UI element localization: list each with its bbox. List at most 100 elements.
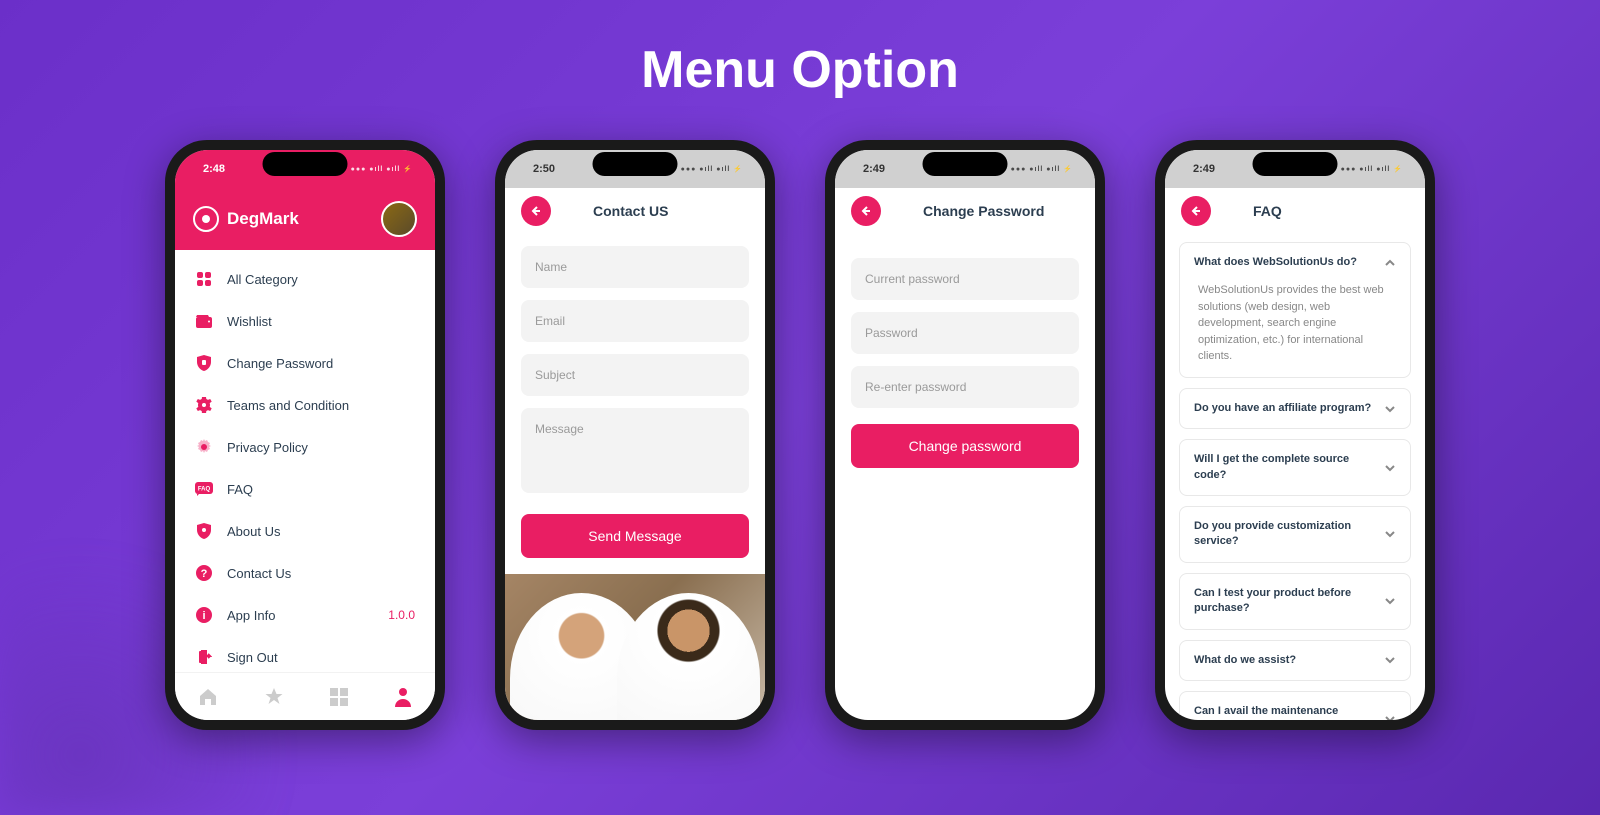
- status-icons: ●●● ●ıll ●ıll ⚡: [681, 165, 743, 173]
- menu-label: Wishlist: [227, 314, 415, 329]
- info-icon: i: [195, 606, 213, 624]
- menu-item-about[interactable]: About Us: [175, 510, 435, 552]
- back-button[interactable]: [521, 196, 551, 226]
- exit-icon: [195, 648, 213, 666]
- faq-question: What does WebSolutionUs do?: [1194, 255, 1357, 270]
- brand-logo-icon: [193, 206, 219, 232]
- email-field[interactable]: [521, 300, 749, 342]
- faq-question: Will I get the complete source code?: [1194, 452, 1376, 483]
- phone-faq: 2:49 ●●● ●ıll ●ıll ⚡ FAQ What does WebSo…: [1155, 140, 1435, 730]
- nav-star[interactable]: [264, 687, 284, 707]
- app-version: 1.0.0: [388, 608, 415, 622]
- faq-item[interactable]: Can I test your product before purchase?: [1179, 573, 1411, 630]
- nav-home[interactable]: [198, 687, 218, 707]
- status-icons: ●●● ●ıll ●ıll ⚡: [1011, 165, 1073, 173]
- help-icon: ?: [195, 564, 213, 582]
- nav-grid[interactable]: [330, 688, 348, 706]
- faq-question: Do you have an affiliate program?: [1194, 401, 1371, 416]
- screen-title: Change Password: [923, 203, 1044, 219]
- menu-label: Privacy Policy: [227, 440, 415, 455]
- password-field[interactable]: [851, 312, 1079, 354]
- chevron-down-icon: [1384, 597, 1396, 605]
- back-button[interactable]: [851, 196, 881, 226]
- faq-question: Can I test your product before purchase?: [1194, 586, 1376, 617]
- menu-label: FAQ: [227, 482, 415, 497]
- menu-list: All Category Wishlist Change Password Te…: [175, 250, 435, 686]
- faq-item[interactable]: Will I get the complete source code?: [1179, 439, 1411, 496]
- faq-item[interactable]: Do you have an affiliate program?: [1179, 388, 1411, 429]
- chevron-down-icon: [1384, 405, 1396, 413]
- screen-title: Contact US: [593, 203, 668, 219]
- phone-menu: 2:48 ●●● ●ıll ●ıll ⚡ DegMark All Categor…: [165, 140, 445, 730]
- password-form: Change password: [835, 234, 1095, 480]
- nav-profile[interactable]: [394, 687, 412, 707]
- change-password-button[interactable]: Change password: [851, 424, 1079, 468]
- phone-password: 2:49 ●●● ●ıll ●ıll ⚡ Change Password Cha…: [825, 140, 1105, 730]
- svg-text:i: i: [202, 610, 205, 622]
- menu-label: Sign Out: [227, 650, 415, 665]
- faq-item[interactable]: Do you provide customization service?: [1179, 506, 1411, 563]
- faq-item[interactable]: What do we assist?: [1179, 640, 1411, 681]
- status-icons: ●●● ●ıll ●ıll ⚡: [1341, 165, 1403, 173]
- chevron-up-icon: [1384, 259, 1396, 267]
- menu-label: Change Password: [227, 356, 415, 371]
- screen-header: Contact US: [505, 188, 765, 234]
- menu-item-privacy[interactable]: Privacy Policy: [175, 426, 435, 468]
- faq-question: What do we assist?: [1194, 653, 1296, 668]
- grid-icon: [195, 270, 213, 288]
- phone-contact: 2:50 ●●● ●ıll ●ıll ⚡ Contact US Send Mes…: [495, 140, 775, 730]
- menu-item-terms[interactable]: Teams and Condition: [175, 384, 435, 426]
- menu-item-appinfo[interactable]: i App Info 1.0.0: [175, 594, 435, 636]
- menu-label: About Us: [227, 524, 415, 539]
- menu-label: Teams and Condition: [227, 398, 415, 413]
- menu-item-change-password[interactable]: Change Password: [175, 342, 435, 384]
- brand-name: DegMark: [227, 209, 299, 229]
- brand-bar: DegMark: [175, 188, 435, 250]
- screen-header: FAQ: [1165, 188, 1425, 234]
- faq-list: What does WebSolutionUs do? WebSolutionU…: [1165, 234, 1425, 720]
- menu-item-contact[interactable]: ? Contact Us: [175, 552, 435, 594]
- avatar[interactable]: [381, 201, 417, 237]
- status-time: 2:49: [863, 163, 885, 175]
- status-time: 2:48: [203, 163, 225, 175]
- subject-field[interactable]: [521, 354, 749, 396]
- status-time: 2:49: [1193, 163, 1215, 175]
- message-field[interactable]: [521, 408, 749, 493]
- faq-question: Do you provide customization service?: [1194, 519, 1376, 550]
- chevron-down-icon: [1384, 464, 1396, 472]
- menu-label: Contact Us: [227, 566, 415, 581]
- chevron-down-icon: [1384, 656, 1396, 664]
- current-password-field[interactable]: [851, 258, 1079, 300]
- status-icons: ●●● ●ıll ●ıll ⚡: [351, 165, 413, 173]
- shield-icon: [195, 354, 213, 372]
- faq-icon: FAQ: [195, 480, 213, 498]
- menu-item-faq[interactable]: FAQ FAQ: [175, 468, 435, 510]
- menu-item-all-category[interactable]: All Category: [175, 258, 435, 300]
- faq-item[interactable]: Can I avail the maintenance support for …: [1179, 691, 1411, 720]
- faq-answer: WebSolutionUs provides the best web solu…: [1194, 282, 1396, 365]
- gear-icon: [195, 396, 213, 414]
- contact-form: Send Message: [505, 234, 765, 570]
- svg-text:?: ?: [201, 568, 208, 580]
- screen-header: Change Password: [835, 188, 1095, 234]
- faq-item[interactable]: What does WebSolutionUs do? WebSolutionU…: [1179, 242, 1411, 378]
- name-field[interactable]: [521, 246, 749, 288]
- menu-label: All Category: [227, 272, 415, 287]
- send-message-button[interactable]: Send Message: [521, 514, 749, 558]
- bottom-nav: [175, 672, 435, 720]
- lock-icon: [195, 522, 213, 540]
- screen-title: FAQ: [1253, 203, 1282, 219]
- menu-item-wishlist[interactable]: Wishlist: [175, 300, 435, 342]
- chevron-down-icon: [1384, 715, 1396, 720]
- svg-text:FAQ: FAQ: [198, 487, 211, 493]
- back-button[interactable]: [1181, 196, 1211, 226]
- page-title: Menu Option: [641, 40, 959, 100]
- chevron-down-icon: [1384, 530, 1396, 538]
- status-time: 2:50: [533, 163, 555, 175]
- contact-image: [505, 574, 765, 720]
- faq-question: Can I avail the maintenance support for …: [1194, 704, 1376, 720]
- reenter-password-field[interactable]: [851, 366, 1079, 408]
- cog-icon: [195, 438, 213, 456]
- menu-label: App Info: [227, 608, 374, 623]
- wallet-icon: [195, 312, 213, 330]
